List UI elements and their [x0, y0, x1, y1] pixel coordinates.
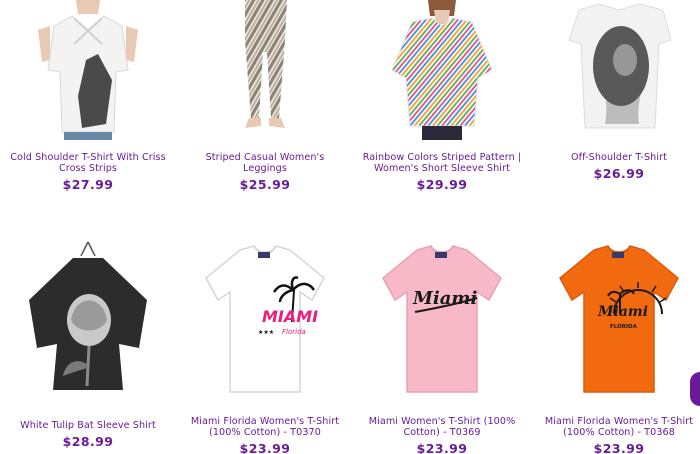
product-card[interactable]: Cold Shoulder T-Shirt With Criss Cross S…: [0, 0, 176, 192]
product-card[interactable]: Miami FLORIDA Miami Florida Women's T-Sh…: [531, 238, 700, 454]
product-grid: Cold Shoulder T-Shirt With Criss Cross S…: [0, 0, 700, 454]
product-image[interactable]: MIAMI Florida ★★★: [177, 238, 353, 398]
product-image[interactable]: [531, 0, 700, 140]
product-card[interactable]: MIAMI Florida ★★★ Miami Florida Women's …: [177, 238, 353, 454]
product-price: $23.99: [416, 441, 468, 454]
chat-bubble-tab[interactable]: [690, 372, 700, 406]
graphic-text: MIAMI: [262, 307, 318, 326]
product-card[interactable]: Off-Shoulder T-Shirt $26.99: [531, 0, 700, 181]
miami-pink-shirt-photo: Miami: [382, 245, 502, 393]
product-image[interactable]: Miami FLORIDA: [531, 238, 700, 398]
product-image[interactable]: [177, 0, 353, 140]
product-price: $28.99: [62, 434, 114, 449]
product-image[interactable]: [354, 0, 530, 140]
product-price: $23.99: [239, 441, 291, 454]
svg-text:★★★: ★★★: [258, 329, 274, 336]
product-card[interactable]: Miami Miami Women's T-Shirt (100% Cotton…: [354, 238, 530, 454]
product-card[interactable]: White Tulip Bat Sleeve Shirt $28.99: [0, 238, 176, 449]
product-title[interactable]: Miami Florida Women's T-Shirt (100% Cott…: [531, 416, 700, 438]
product-title[interactable]: Off-Shoulder T-Shirt: [563, 152, 675, 163]
product-image[interactable]: [0, 0, 176, 140]
product-price: $27.99: [62, 177, 114, 192]
product-title[interactable]: Miami Women's T-Shirt (100% Cotton) - T0…: [354, 416, 530, 438]
miami-white-shirt-photo: MIAMI Florida ★★★: [205, 245, 325, 393]
product-title[interactable]: White Tulip Bat Sleeve Shirt: [12, 420, 164, 431]
product-title[interactable]: Rainbow Colors Striped Pattern | Women's…: [354, 152, 530, 174]
product-price: $25.99: [239, 177, 291, 192]
graphic-subtext: Florida: [282, 328, 306, 336]
off-shoulder-shirt-photo: [568, 3, 672, 129]
cold-shoulder-shirt-photo: [38, 0, 138, 140]
product-price: $26.99: [593, 166, 645, 181]
tulip-bat-sleeve-photo: [29, 241, 147, 390]
product-card[interactable]: Striped Casual Women's Leggings $25.99: [177, 0, 353, 192]
product-title[interactable]: Cold Shoulder T-Shirt With Criss Cross S…: [0, 152, 176, 174]
rainbow-striped-shirt-photo: [391, 0, 493, 140]
product-title[interactable]: Miami Florida Women's T-Shirt (100% Cott…: [177, 416, 353, 438]
striped-leggings-photo: [245, 0, 287, 128]
product-card[interactable]: Rainbow Colors Striped Pattern | Women's…: [354, 0, 530, 192]
graphic-subtext: FLORIDA: [610, 324, 638, 330]
product-price: $29.99: [416, 177, 468, 192]
product-price: $23.99: [593, 441, 645, 454]
product-image[interactable]: [0, 238, 176, 394]
graphic-text: Miami: [597, 304, 648, 320]
miami-orange-shirt-photo: Miami FLORIDA: [559, 245, 679, 393]
product-image[interactable]: Miami: [354, 238, 530, 398]
product-title[interactable]: Striped Casual Women's Leggings: [177, 152, 353, 174]
